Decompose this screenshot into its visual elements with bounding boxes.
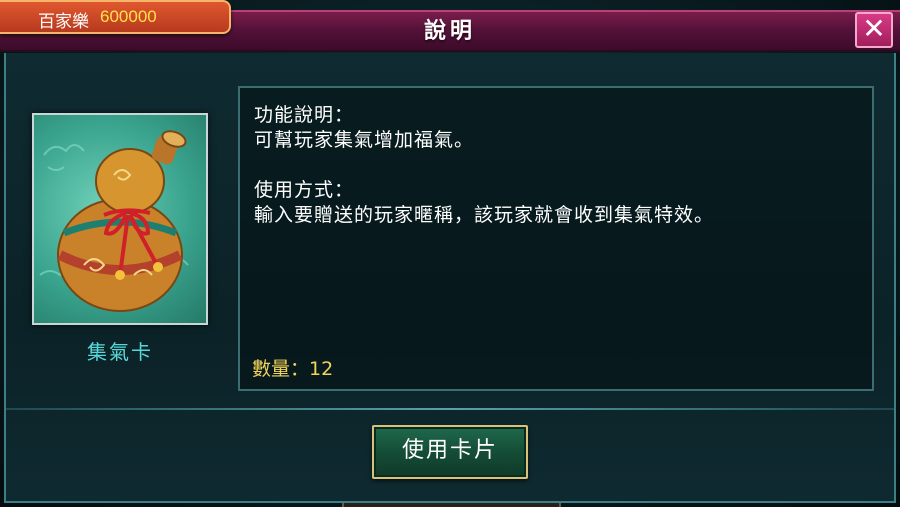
item-name: 集氣卡 — [87, 340, 153, 364]
currency-label: 百家樂 — [38, 12, 89, 32]
function-text: 可幫玩家集氣增加福氣。 — [254, 129, 475, 151]
usage-text: 輸入要贈送的玩家暱稱，該玩家就會收到集氣特效。 — [254, 204, 715, 226]
gourd-icon — [39, 130, 189, 312]
quantity-label: 數量：12 — [252, 358, 334, 380]
dialog-panel: 集氣卡 功能說明： 可幫玩家集氣增加福氣。 使用方式： 輸入要贈送的玩家暱稱，該… — [4, 53, 896, 503]
function-heading: 功能說明： — [254, 104, 355, 126]
description-box: 功能說明： 可幫玩家集氣增加福氣。 使用方式： 輸入要贈送的玩家暱稱，該玩家就會… — [238, 86, 874, 391]
close-button[interactable]: ✕ — [855, 12, 893, 48]
game-screen: 說明 百家樂 600000 ✕ 集氣卡 功能說明： 可幫玩家集氣增加福氣。 使用… — [0, 0, 900, 507]
currency-display: 百家樂 600000 — [0, 0, 231, 34]
divider — [6, 408, 894, 410]
item-card-image — [32, 113, 208, 325]
usage-heading: 使用方式： — [254, 179, 355, 201]
currency-value: 600000 — [100, 7, 157, 26]
background-decoration — [392, 0, 502, 10]
use-card-button[interactable]: 使用卡片 — [372, 425, 528, 479]
